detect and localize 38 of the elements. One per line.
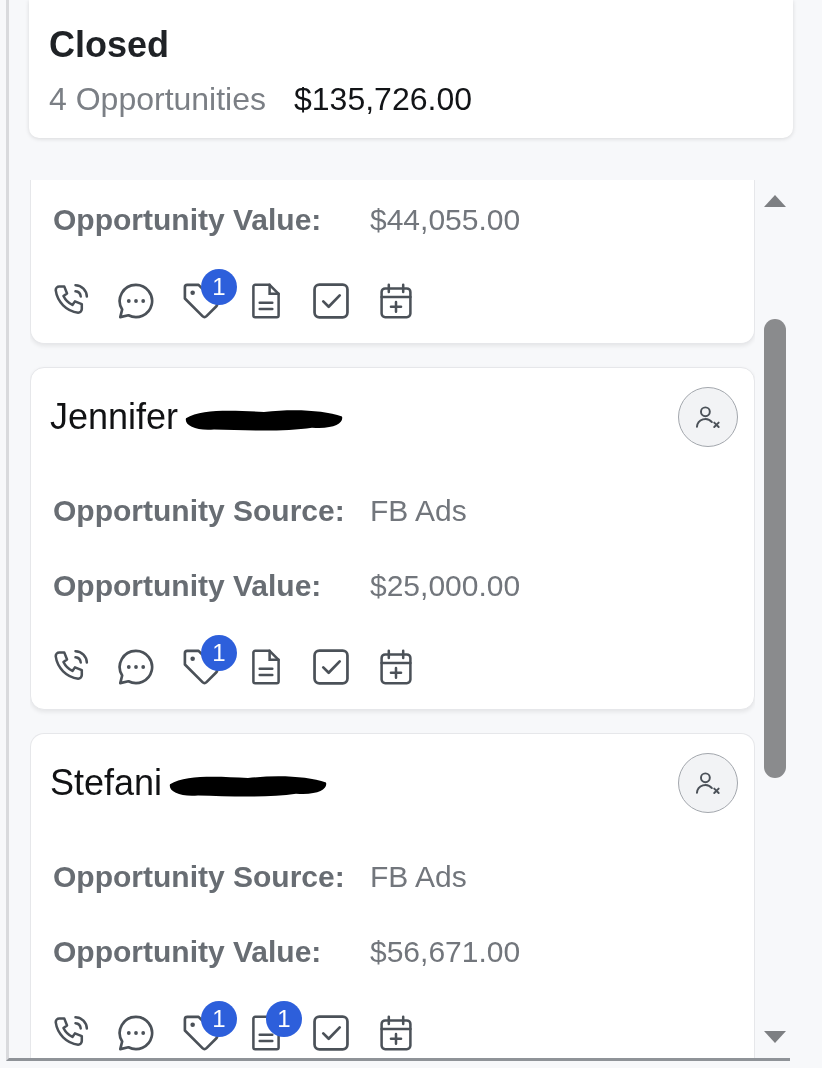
calendar-plus-icon[interactable] (378, 1015, 414, 1051)
calendar-plus-icon[interactable] (378, 649, 414, 685)
field-label: Opportunity Value: (53, 934, 323, 970)
count-badge: 1 (266, 1001, 302, 1037)
checkbox-icon[interactable] (313, 649, 349, 685)
scroll-down-icon[interactable] (764, 1031, 786, 1043)
field-label: Opportunity Source: (53, 493, 346, 529)
field-value: $44,055.00 (370, 202, 521, 238)
field-value: $56,671.00 (370, 934, 521, 970)
stage-title: Closed (49, 24, 171, 66)
opportunity-card[interactable]: Opportunity Value: $44,055.00 1 (30, 180, 755, 344)
field-label: Opportunity Value: (53, 202, 323, 238)
count-badge: 1 (201, 635, 237, 671)
opportunity-card[interactable]: Jennifer Opportunity Source: FB Ads Opportunity Value: $25,000.00 1 (30, 367, 755, 710)
checkbox-icon[interactable] (313, 1015, 349, 1051)
field-value: FB Ads (370, 493, 467, 529)
contact-name: Stefani (50, 761, 163, 805)
count-badge: 1 (201, 1001, 237, 1037)
field-label: Opportunity Value: (53, 568, 323, 604)
opportunity-count: 4 Opportunities (49, 80, 266, 118)
scrollbar-thumb[interactable] (764, 319, 786, 778)
contact-name: Jennifer (50, 395, 179, 439)
remove-contact-button[interactable] (678, 387, 738, 447)
remove-contact-button[interactable] (678, 753, 738, 813)
count-badge: 1 (201, 269, 237, 305)
chat-icon[interactable] (118, 1015, 154, 1051)
total-value: $135,726.00 (294, 80, 472, 118)
calendar-plus-icon[interactable] (378, 283, 414, 319)
scroll-up-icon[interactable] (764, 195, 786, 207)
chat-icon[interactable] (118, 649, 154, 685)
user-x-icon (695, 771, 721, 795)
field-label: Opportunity Source: (53, 859, 346, 895)
field-value: $25,000.00 (370, 568, 521, 604)
checkbox-icon[interactable] (313, 283, 349, 319)
field-value: FB Ads (370, 859, 467, 895)
user-x-icon (695, 405, 721, 429)
opportunity-card[interactable]: Stefani Opportunity Source: FB Ads Opportunity Value: $56,671.00 1 1 (30, 733, 755, 1058)
chat-icon[interactable] (118, 283, 154, 319)
